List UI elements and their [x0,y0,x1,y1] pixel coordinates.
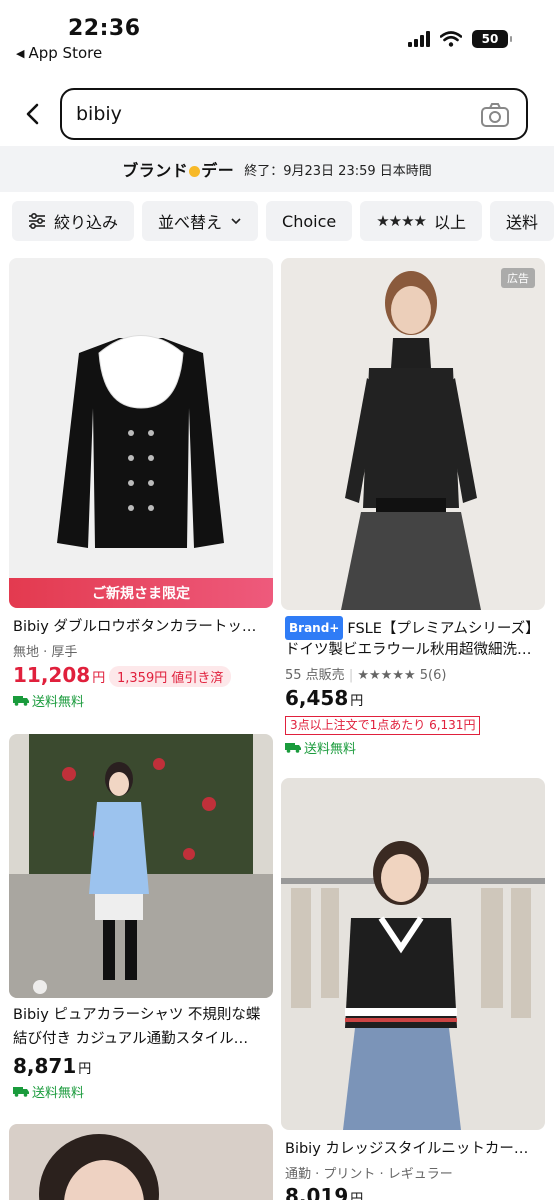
search-input[interactable]: bibiy [60,88,528,140]
camera-search-icon[interactable] [480,102,510,128]
product-title-line1: Bibiy ピュアカラーシャツ 不規則な蝶 [13,1007,261,1023]
back-button[interactable] [18,98,46,130]
product-card[interactable]: Bibiy ピュアカラーシャツ 不規則な蝶 結び付き カジュアル通勤スタイル… … [9,734,273,1104]
filter-chip-refine[interactable]: 絞り込み [12,201,135,241]
bulk-discount-tag: 3点以上注文で1点あたり 6,131円 [285,716,481,735]
filter-chip-label: 以上 [434,213,467,232]
battery-icon: 50 [472,30,512,48]
product-card[interactable]: Bibiy カレッジスタイルニットカー… 通勤 · プリント · レギュラー 8… [281,778,545,1200]
product-card[interactable]: 広告 Brand+ FSLE【プレミアムシリーズ】 ドイツ製ビエラウール秋用超微細… [281,258,545,758]
rating-value: 5 [419,668,429,683]
brand-day-suffix: デー [201,161,235,180]
price-currency: 円 [92,671,106,686]
filter-chips: 絞り込み 並べ替え Choice ★★★★ 以上 送料 [12,201,554,241]
truck-icon [13,1087,29,1097]
price-currency: 円 [350,694,364,709]
product-title-line2: ドイツ製ビエラウール秋用超微細洗… [285,642,532,658]
promo-end-time: 終了：9月23日 23:59 日本時間 [244,163,432,179]
filter-chip-shipping[interactable]: 送料 [490,201,554,241]
star-rating-icon: ★★★★★ [357,668,416,683]
product-title: Bibiy ダブルロウボタンカラートッ… [13,619,257,635]
model-face-illustration [39,1134,159,1200]
product-title: Bibiy カレッジスタイルニットカー… [285,1141,529,1157]
price-currency: 円 [78,1062,92,1077]
rating-count: (6) [428,668,447,683]
star-rating-icon: ★★★★ [376,212,427,230]
shipping-label: 送料無料 [32,1086,85,1101]
product-image[interactable]: 広告 [281,258,545,610]
product-price: 8,871 円 [13,1054,91,1078]
filter-chip-label: 送料 [506,213,539,232]
chevron-left-icon [26,103,39,125]
product-title-line2: 結び付き カジュアル通勤スタイル… [13,1031,249,1047]
back-to-app-store[interactable]: ◀ App Store [16,44,102,62]
free-shipping: 送料無料 [285,738,356,757]
search-query: bibiy [76,103,122,125]
product-image[interactable] [9,734,273,998]
truck-icon [13,696,29,706]
sliders-icon [29,213,45,229]
brand-day-logo: ブランド デー [122,157,234,181]
wifi-icon [440,31,462,47]
back-app-label: App Store [28,44,103,62]
clock: 22:36 [68,16,141,41]
product-price: 6,458 円 [285,686,363,710]
brand-day-dot-icon [189,166,201,177]
shipping-label: 送料無料 [32,695,85,710]
product-image[interactable] [9,1124,273,1200]
jacket-illustration [57,335,224,548]
sold-count: 55 点販売 [285,668,345,683]
status-icons: 50 [408,30,512,48]
product-tags: 通勤 · プリント · レギュラー [285,1167,453,1182]
product-card[interactable] [9,1124,273,1200]
brand-plus-badge: Brand+ [285,616,344,640]
truck-icon [285,743,301,753]
filter-chip-label: Choice [282,211,337,231]
price-value: 8,871 [13,1054,77,1078]
discount-badge: 1,359円 値引き済 [109,666,232,687]
brand-day-banner[interactable]: ブランド デー 終了：9月23日 23:59 日本時間 [0,146,554,192]
product-image[interactable]: ご新規さま限定 [9,258,273,608]
price-value: 11,208 [13,663,91,687]
status-bar: 22:36 ◀ App Store 50 [0,0,554,72]
product-title: Brand+ FSLE【プレミアムシリーズ】 [285,616,543,640]
image-overlay-icon [33,980,47,994]
filter-chip-choice[interactable]: Choice [266,201,353,241]
battery-level: 50 [481,32,499,46]
model-illustration [341,271,481,610]
street-photo-illustration [9,734,273,998]
cellular-signal-icon [408,31,430,47]
price-currency: 円 [350,1192,364,1200]
product-price: 11,208 円 [13,663,105,687]
product-tags: 無地 · 厚手 [13,645,78,660]
free-shipping: 送料無料 [13,691,84,710]
ad-badge: 広告 [501,268,535,288]
product-rating-row: 55 点販売 | ★★★★★ 5(6) [285,668,447,683]
shipping-label: 送料無料 [304,742,357,757]
brand-day-prefix: ブランド [122,161,189,180]
filter-chip-rating[interactable]: ★★★★ 以上 [360,201,483,241]
filter-chip-label: 絞り込み [54,213,119,232]
product-price: 8,019 円 [285,1184,363,1200]
back-triangle-icon: ◀ [16,46,25,60]
free-shipping: 送料無料 [13,1082,84,1101]
filter-chip-label: 並べ替え [158,213,223,232]
search-header: bibiy [0,88,554,140]
product-title-line1: FSLE【プレミアムシリーズ】 [347,621,540,637]
price-value: 6,458 [285,686,349,710]
product-image[interactable] [281,778,545,1130]
filter-chip-sort[interactable]: 並べ替え [142,201,259,241]
chevron-down-icon [231,218,241,225]
new-customer-banner: ご新規さま限定 [9,578,273,608]
product-card[interactable]: ご新規さま限定 Bibiy ダブルロウボタンカラートッ… 無地 · 厚手 11,… [9,258,273,718]
price-value: 8,019 [285,1184,349,1200]
mirror-selfie-illustration [281,841,545,1130]
